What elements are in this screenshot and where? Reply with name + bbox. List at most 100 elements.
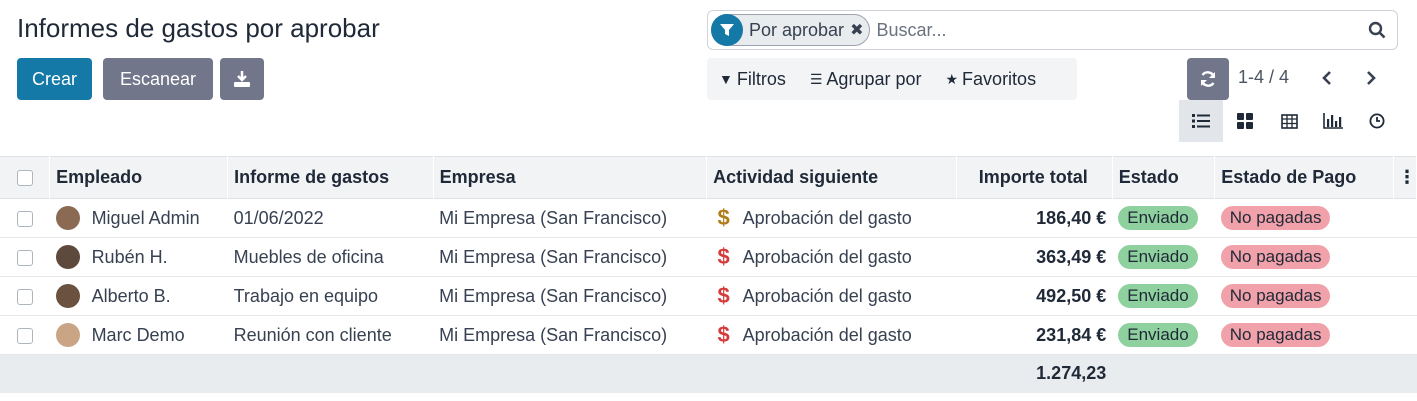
column-report[interactable]: Informe de gastos (227, 156, 434, 199)
report-cell[interactable]: Trabajo en equipo (228, 277, 433, 316)
activity-cell[interactable]: $ Aprobación del gasto (707, 199, 957, 238)
kanban-view-button[interactable] (1223, 100, 1267, 142)
dollar-icon[interactable]: $ (713, 205, 735, 231)
row-select-cell (0, 199, 50, 238)
avatar (55, 245, 80, 269)
graph-view-button[interactable] (1311, 100, 1355, 142)
select-all-checkbox[interactable] (17, 170, 33, 187)
total-cell[interactable]: 231,84 € (957, 316, 1112, 355)
table-row[interactable]: Rubén H. Muebles de oficina Mi Empresa (… (0, 238, 1417, 277)
view-switcher (1179, 100, 1399, 142)
expense-reports-table: Empleado Informe de gastos Empresa Activ… (0, 156, 1417, 393)
column-company[interactable]: Empresa (433, 156, 708, 199)
refresh-icon (1200, 71, 1216, 87)
company-cell[interactable]: Mi Empresa (San Francisco) (433, 277, 707, 316)
activity-label: Aprobación del gasto (742, 285, 912, 306)
company-cell[interactable]: Mi Empresa (San Francisco) (433, 199, 707, 238)
dollar-icon[interactable]: $ (713, 322, 735, 348)
table-row[interactable]: Miguel Admin 01/06/2022 Mi Empresa (San … (0, 199, 1417, 238)
state-cell[interactable]: Enviado (1112, 238, 1215, 277)
table-icon (1280, 113, 1298, 129)
total-cell[interactable]: 492,50 € (957, 277, 1112, 316)
bars-icon: ☰ (809, 70, 823, 87)
row-checkbox[interactable] (17, 288, 33, 305)
employee-name: Marc Demo (91, 324, 185, 345)
page-title: Informes de gastos por aprobar (17, 13, 380, 43)
bar-chart-icon (1323, 113, 1343, 129)
company-cell[interactable]: Mi Empresa (San Francisco) (433, 238, 707, 277)
state-cell[interactable]: Enviado (1112, 199, 1215, 238)
pager-previous-button[interactable] (1313, 62, 1341, 94)
search-bar[interactable]: Por aprobar ✖ (707, 10, 1398, 50)
employee-cell[interactable]: Rubén H. (50, 238, 228, 277)
table-row[interactable]: Alberto B. Trabajo en equipo Mi Empresa … (0, 277, 1417, 316)
refresh-button[interactable] (1187, 58, 1229, 100)
download-button[interactable] (220, 58, 264, 100)
row-checkbox[interactable] (17, 327, 33, 344)
group-by-label: Agrupar por (826, 68, 922, 89)
activity-cell[interactable]: $ Aprobación del gasto (707, 316, 957, 355)
state-cell[interactable]: Enviado (1112, 316, 1215, 355)
payment-state-cell[interactable]: No pagadas (1215, 238, 1394, 277)
search-options: ▼ Filtros ☰ Agrupar por ★ Favoritos (707, 58, 1077, 100)
clock-icon (1369, 113, 1385, 129)
row-checkbox[interactable] (17, 249, 33, 266)
state-cell[interactable]: Enviado (1112, 277, 1215, 316)
column-state[interactable]: Estado (1112, 156, 1216, 199)
group-by-button[interactable]: ☰ Agrupar por (798, 58, 934, 100)
filters-button[interactable]: ▼ Filtros (707, 58, 798, 100)
payment-state-cell[interactable]: No pagadas (1215, 316, 1394, 355)
payment-status-badge: No pagadas (1220, 206, 1331, 230)
avatar (55, 206, 80, 230)
payment-status-badge: No pagadas (1220, 245, 1331, 269)
employee-cell[interactable]: Miguel Admin (50, 199, 228, 238)
filter-icon (711, 14, 743, 46)
total-cell[interactable]: 186,40 € (957, 199, 1112, 238)
payment-state-cell[interactable]: No pagadas (1215, 277, 1394, 316)
chevron-left-icon (1322, 71, 1331, 85)
employee-cell[interactable]: Marc Demo (50, 316, 228, 355)
row-select-cell (0, 316, 50, 355)
row-checkbox[interactable] (17, 210, 33, 227)
list-view-button[interactable] (1179, 100, 1223, 142)
payment-state-cell[interactable]: No pagadas (1215, 199, 1394, 238)
company-cell[interactable]: Mi Empresa (San Francisco) (433, 316, 707, 355)
select-all-cell (0, 156, 51, 199)
payment-status-badge: No pagadas (1220, 284, 1331, 308)
column-employee[interactable]: Empleado (49, 156, 229, 199)
pager-next-button[interactable] (1357, 62, 1385, 94)
total-cell[interactable]: 363,49 € (957, 238, 1112, 277)
pager-value[interactable]: 1-4 / 4 (1238, 67, 1289, 88)
search-facet-label: Por aprobar (749, 19, 845, 40)
pivot-view-button[interactable] (1267, 100, 1311, 142)
activity-label: Aprobación del gasto (742, 207, 912, 228)
search-icon[interactable] (1363, 16, 1391, 44)
activity-view-button[interactable] (1355, 100, 1399, 142)
dollar-icon[interactable]: $ (713, 244, 735, 270)
status-badge: Enviado (1118, 284, 1198, 308)
report-cell[interactable]: Muebles de oficina (228, 238, 433, 277)
report-cell[interactable]: Reunión con cliente (228, 316, 433, 355)
table-footer: 1.274,23 (0, 354, 1417, 393)
status-badge: Enviado (1118, 245, 1198, 269)
activity-cell[interactable]: $ Aprobación del gasto (707, 238, 957, 277)
table-header: Empleado Informe de gastos Empresa Activ… (0, 156, 1417, 199)
chevron-right-icon (1367, 71, 1376, 85)
status-badge: Enviado (1118, 323, 1198, 347)
remove-facet-icon[interactable]: ✖ (850, 20, 863, 40)
search-input[interactable] (876, 15, 1363, 45)
column-options[interactable]: ⋮ (1393, 156, 1417, 199)
dollar-icon[interactable]: $ (713, 283, 735, 309)
create-button[interactable]: Crear (17, 58, 92, 100)
scan-button[interactable]: Escanear (103, 58, 213, 100)
employee-name: Rubén H. (91, 246, 168, 267)
employee-cell[interactable]: Alberto B. (50, 277, 228, 316)
table-row[interactable]: Marc Demo Reunión con cliente Mi Empresa… (0, 316, 1417, 355)
column-activity[interactable]: Actividad siguiente (706, 156, 958, 199)
activity-cell[interactable]: $ Aprobación del gasto (707, 277, 957, 316)
report-cell[interactable]: 01/06/2022 (228, 199, 433, 238)
search-facet[interactable]: Por aprobar ✖ (711, 14, 871, 46)
column-payment-state[interactable]: Estado de Pago (1214, 156, 1394, 199)
column-total[interactable]: Importe total (956, 156, 1113, 199)
favorites-button[interactable]: ★ Favoritos (933, 58, 1048, 100)
